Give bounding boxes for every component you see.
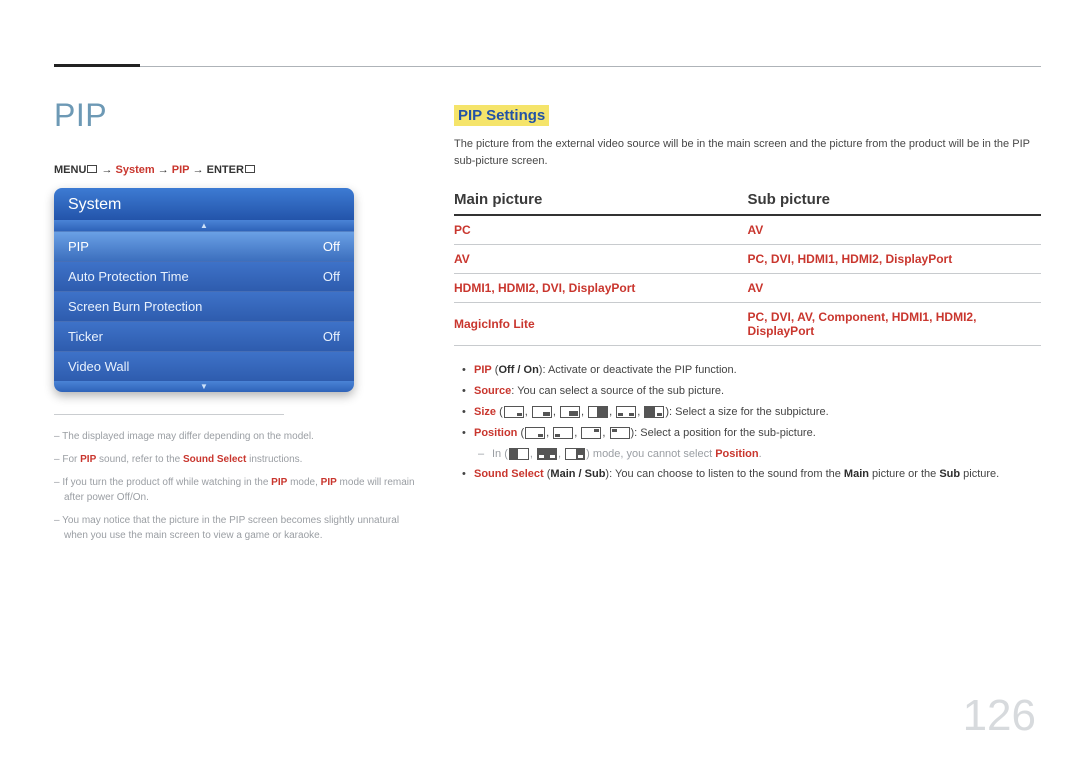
bullet-source: Source: You can select a source of the s…: [454, 381, 1041, 402]
top-horizontal-rule: [54, 66, 1041, 67]
breadcrumb-arrow-2: →: [158, 164, 172, 176]
top-rule-accent: [54, 64, 140, 67]
picture-source-table: Main picture Sub picture PCAVAVPC, DVI, …: [454, 187, 1041, 346]
position-icon-tr: [581, 427, 601, 439]
size-icon-4: [588, 406, 608, 418]
osd-row-label: Auto Protection Time: [68, 269, 189, 284]
table-row: MagicInfo LitePC, DVI, AV, Component, HD…: [454, 303, 1041, 346]
breadcrumb-arrow-1: →: [101, 164, 115, 176]
section-intro: The picture from the external video sour…: [454, 136, 1041, 169]
cell-sub: PC, DVI, AV, Component, HDMI1, HDMI2, Di…: [748, 303, 1042, 346]
osd-row: Video Wall: [54, 351, 354, 381]
footnote-2: For PIP sound, refer to the Sound Select…: [54, 452, 424, 467]
osd-row-value: Off: [323, 329, 340, 344]
osd-row: Auto Protection Time Off: [54, 261, 354, 291]
osd-title: System: [54, 188, 354, 220]
page-number: 126: [963, 691, 1036, 741]
bullet-pip: PIP (Off / On): Activate or deactivate t…: [454, 360, 1041, 381]
size-icon-5: [616, 406, 636, 418]
osd-row-value: Off: [323, 239, 340, 254]
breadcrumb-step-pip: PIP: [172, 164, 190, 176]
breadcrumb-step-system: System: [116, 164, 155, 176]
footnote-1: The displayed image may differ depending…: [54, 429, 424, 444]
col-header-main: Main picture: [454, 187, 748, 215]
bullet-position: Position (, , , ): Select a position for…: [454, 423, 1041, 444]
position-icon-br: [525, 427, 545, 439]
right-column: PIP Settings The picture from the extern…: [454, 105, 1041, 485]
size-icon-6: [644, 406, 664, 418]
osd-row-label: Screen Burn Protection: [68, 299, 202, 314]
table-row: AVPC, DVI, HDMI1, HDMI2, DisplayPort: [454, 245, 1041, 274]
size-icon-2: [532, 406, 552, 418]
footnotes: The displayed image may differ depending…: [54, 429, 424, 543]
col-header-sub: Sub picture: [748, 187, 1042, 215]
position-icon-tl: [610, 427, 630, 439]
size-icon-1: [504, 406, 524, 418]
bullet-position-note: In (, , ) mode, you cannot select Positi…: [454, 444, 1041, 465]
breadcrumb-menu: MENU: [54, 164, 86, 176]
osd-scroll-down-icon: ▼: [54, 381, 354, 392]
section-title: PIP Settings: [454, 105, 549, 126]
osd-row: PIP Off: [54, 231, 354, 261]
osd-row: Ticker Off: [54, 321, 354, 351]
settings-list: PIP (Off / On): Activate or deactivate t…: [454, 360, 1041, 485]
left-column: PIP MENU → System → PIP → ENTER System ▲…: [54, 97, 424, 551]
cell-sub: AV: [748, 215, 1042, 245]
osd-row: Screen Burn Protection: [54, 291, 354, 321]
menu-icon: [87, 165, 97, 173]
menu-breadcrumb: MENU → System → PIP → ENTER: [54, 164, 424, 176]
table-row: HDMI1, HDMI2, DVI, DisplayPortAV: [454, 274, 1041, 303]
mode-icon-1: [509, 448, 529, 460]
osd-scroll-up-icon: ▲: [54, 220, 354, 231]
mode-icon-2: [537, 448, 557, 460]
cell-main: MagicInfo Lite: [454, 303, 748, 346]
osd-row-label: PIP: [68, 239, 89, 254]
position-icon-bl: [553, 427, 573, 439]
cell-main: AV: [454, 245, 748, 274]
footnote-3: If you turn the product off while watchi…: [54, 475, 424, 505]
cell-sub: PC, DVI, HDMI1, HDMI2, DisplayPort: [748, 245, 1042, 274]
footnote-divider: [54, 414, 284, 415]
bullet-size: Size (, , , , , ): Select a size for the…: [454, 402, 1041, 423]
osd-screenshot: System ▲ PIP Off Auto Protection Time Off Sc…: [54, 188, 354, 392]
osd-row-label: Video Wall: [68, 359, 129, 374]
enter-icon: [245, 165, 255, 173]
page-heading: PIP: [54, 97, 424, 134]
cell-main: PC: [454, 215, 748, 245]
bullet-sound-select: Sound Select (Main / Sub): You can choos…: [454, 464, 1041, 485]
cell-sub: AV: [748, 274, 1042, 303]
table-row: PCAV: [454, 215, 1041, 245]
footnote-4: You may notice that the picture in the P…: [54, 513, 424, 543]
breadcrumb-enter: ENTER: [207, 164, 244, 176]
mode-icon-3: [565, 448, 585, 460]
size-icon-3: [560, 406, 580, 418]
osd-row-label: Ticker: [68, 329, 103, 344]
osd-row-value: Off: [323, 269, 340, 284]
breadcrumb-arrow-3: →: [193, 164, 207, 176]
cell-main: HDMI1, HDMI2, DVI, DisplayPort: [454, 274, 748, 303]
